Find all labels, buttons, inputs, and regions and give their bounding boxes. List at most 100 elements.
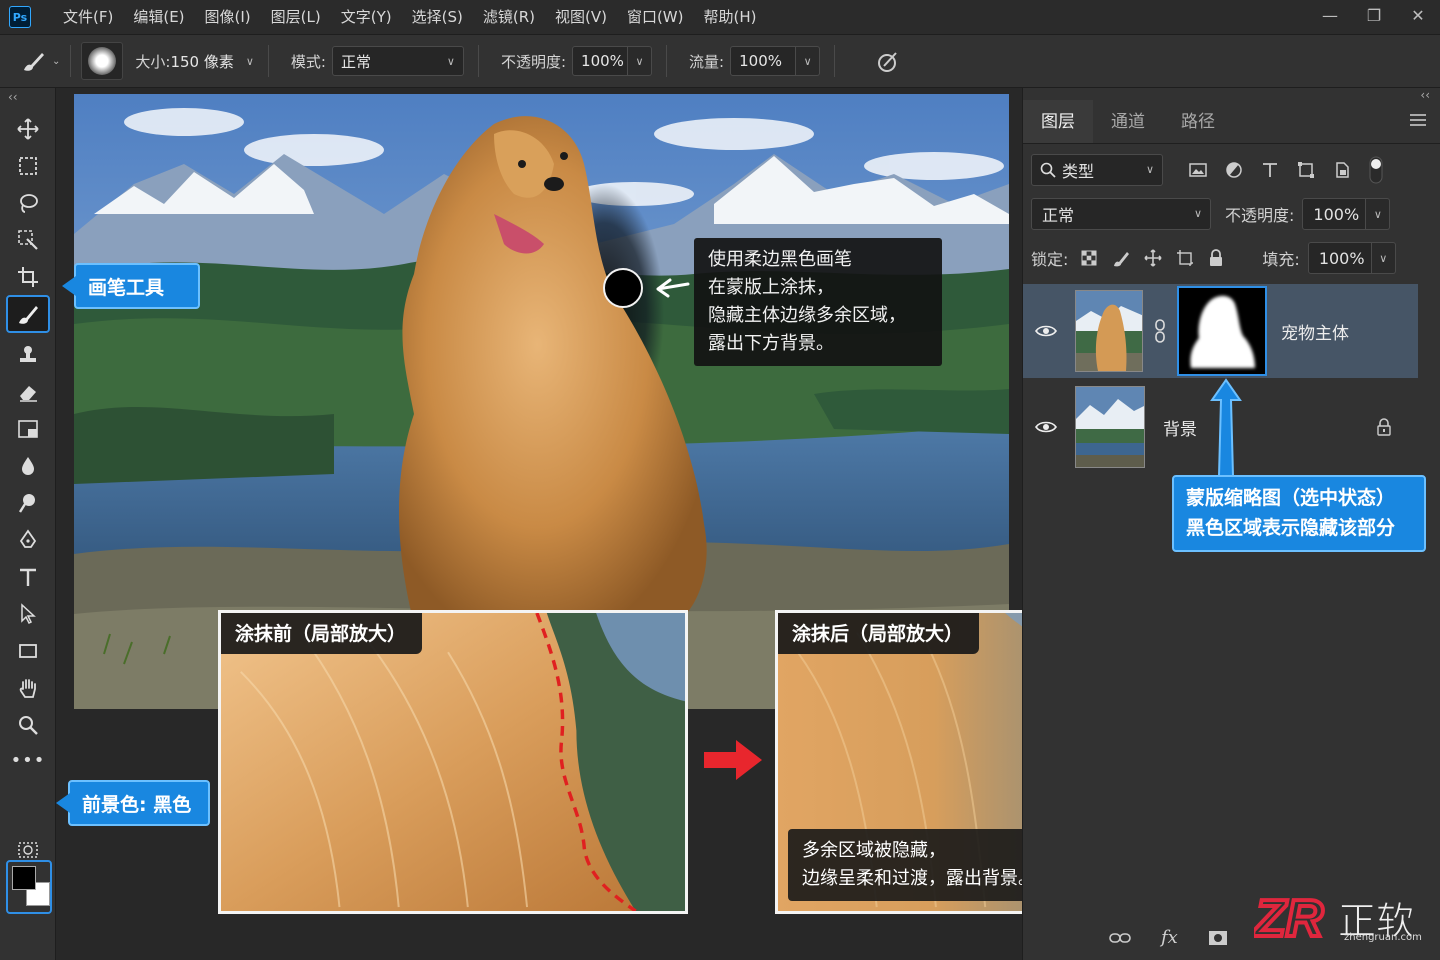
lock-pixels-icon[interactable] (1112, 249, 1130, 267)
menu-edit[interactable]: 编辑(E) (123, 0, 194, 34)
tab-layers[interactable]: 图层 (1023, 100, 1093, 143)
menu-filter[interactable]: 滤镜(R) (473, 0, 545, 34)
visibility-toggle[interactable] (1023, 420, 1069, 434)
menu-select[interactable]: 选择(S) (402, 0, 473, 34)
opacity-dropdown-button[interactable]: ∨ (628, 46, 653, 76)
filter-toggle-icon[interactable] (1369, 156, 1383, 184)
caption-line: 多余区域被隐藏， (802, 840, 946, 861)
quick-mask-button[interactable] (6, 833, 50, 867)
opacity-field[interactable]: 100% (572, 46, 629, 76)
more-icon: ••• (10, 749, 46, 771)
zoom-tool[interactable] (6, 708, 50, 742)
pen-tool[interactable] (6, 523, 50, 557)
tab-paths[interactable]: 路径 (1163, 100, 1233, 143)
layer-mask-thumbnail[interactable] (1177, 286, 1267, 376)
shape-layer-filter-icon[interactable] (1297, 161, 1315, 179)
minimize-button[interactable]: — (1308, 0, 1352, 30)
mask-link-icon[interactable] (1153, 319, 1167, 343)
dodge-icon (18, 494, 35, 513)
zoom-before-panel: 涂抹前（局部放大） (218, 610, 688, 914)
chevron-down-icon: ∨ (635, 54, 644, 68)
note-line: 在蒙版上涂抹， (708, 277, 834, 298)
crop-tool[interactable] (6, 260, 50, 294)
eraser-tool[interactable] (6, 375, 50, 409)
lock-artboard-icon[interactable] (1176, 249, 1194, 267)
object-selection-tool[interactable] (6, 223, 50, 257)
layer-name[interactable]: 宠物主体 (1281, 319, 1349, 344)
panel-menu-icon[interactable] (1410, 114, 1426, 126)
zoom-after-title: 涂抹后（局部放大） (778, 613, 980, 654)
color-swatches[interactable] (6, 860, 52, 914)
move-tool[interactable] (6, 112, 50, 146)
drop-icon (22, 457, 34, 475)
lock-icon (1377, 418, 1391, 436)
menu-layer[interactable]: 图层(L) (261, 0, 331, 34)
layer-thumbnail[interactable] (1075, 290, 1143, 372)
layer-thumbnail[interactable] (1075, 386, 1145, 468)
tab-channels[interactable]: 通道 (1093, 100, 1163, 143)
blend-mode-select[interactable]: 正常 ∨ (1031, 198, 1211, 230)
filter-kind-select[interactable]: 类型 ∨ (1031, 154, 1163, 186)
zoom-after-caption: 多余区域被隐藏， 边缘呈柔和过渡，露出背景。 (788, 829, 1050, 901)
blend-row: 正常 ∨ 不透明度: 100% ∨ (1023, 198, 1440, 230)
clone-stamp-tool[interactable] (6, 338, 50, 372)
airbrush-toggle[interactable] (875, 47, 903, 75)
menu-window[interactable]: 窗口(W) (617, 0, 694, 34)
restore-button[interactable]: ❐ (1352, 0, 1396, 30)
type-layer-filter-icon[interactable] (1261, 161, 1279, 179)
menu-view[interactable]: 视图(V) (545, 0, 617, 34)
opacity-dropdown-button[interactable]: ∨ (1366, 198, 1391, 230)
layer-row-pet-subject[interactable]: 宠物主体 (1023, 284, 1418, 378)
mode-value: 正常 (340, 52, 371, 71)
lock-position-icon[interactable] (1144, 249, 1162, 267)
visibility-toggle[interactable] (1023, 324, 1069, 338)
smart-object-filter-icon[interactable] (1333, 161, 1351, 179)
layer-name[interactable]: 背景 (1163, 415, 1197, 440)
quick-mask-icon (18, 842, 38, 858)
fill-dropdown-button[interactable]: ∨ (1371, 242, 1396, 274)
size-field[interactable]: 150 像素 ∨ (170, 46, 253, 76)
layer-filter-row: 类型 ∨ (1023, 154, 1440, 186)
flow-dropdown-button[interactable]: ∨ (796, 46, 821, 76)
flow-field[interactable]: 100% (730, 46, 797, 76)
marquee-icon (19, 157, 37, 175)
brush-preset-picker[interactable] (81, 42, 124, 80)
dodge-tool[interactable] (6, 486, 50, 520)
menu-image[interactable]: 图像(I) (195, 0, 261, 34)
foreground-color-swatch[interactable] (12, 866, 36, 890)
note-line: 露出下方背景。 (708, 333, 834, 354)
marquee-tool[interactable] (6, 149, 50, 183)
close-button[interactable]: ✕ (1396, 0, 1440, 30)
link-icon[interactable] (1109, 931, 1131, 945)
fur-closeup-before (221, 613, 685, 911)
lasso-tool[interactable] (6, 186, 50, 220)
edit-toolbar-button[interactable]: ••• (6, 743, 50, 777)
pixel-layer-filter-icon[interactable] (1189, 161, 1207, 179)
mode-select[interactable]: 正常 ∨ (331, 46, 464, 76)
hand-tool[interactable] (6, 671, 50, 705)
divider (70, 45, 72, 77)
dog-thumbnail-image (1076, 291, 1142, 371)
path-selection-tool[interactable] (6, 597, 50, 631)
blur-tool[interactable] (6, 449, 50, 483)
fx-icon[interactable]: fx (1161, 927, 1178, 948)
menu-bar: Ps 文件(F) 编辑(E) 图像(I) 图层(L) 文字(Y) 选择(S) 滤… (0, 0, 1440, 34)
lock-all-icon[interactable] (1208, 249, 1224, 267)
menu-type[interactable]: 文字(Y) (331, 0, 402, 34)
rectangle-tool[interactable] (6, 634, 50, 668)
adjustment-layer-filter-icon[interactable] (1225, 161, 1243, 179)
zoom-before-title: 涂抹前（局部放大） (221, 613, 423, 654)
menu-file[interactable]: 文件(F) (53, 0, 123, 34)
lock-transparency-icon[interactable] (1080, 249, 1098, 267)
mask-icon[interactable] (1208, 930, 1228, 946)
gradient-tool[interactable] (6, 412, 50, 446)
collapse-toolbar-button[interactable]: ‹‹ (8, 90, 18, 104)
menu-help[interactable]: 帮助(H) (694, 0, 767, 34)
brush-tool[interactable] (6, 295, 50, 333)
fill-field[interactable]: 100% (1307, 242, 1372, 274)
type-tool[interactable] (6, 560, 50, 594)
layer-opacity-field[interactable]: 100% (1302, 198, 1367, 230)
tool-preset-picker[interactable]: ⌄ (20, 48, 60, 74)
mask-callout-pointer (1210, 378, 1242, 477)
filter-kind-value: 类型 (1062, 162, 1095, 181)
